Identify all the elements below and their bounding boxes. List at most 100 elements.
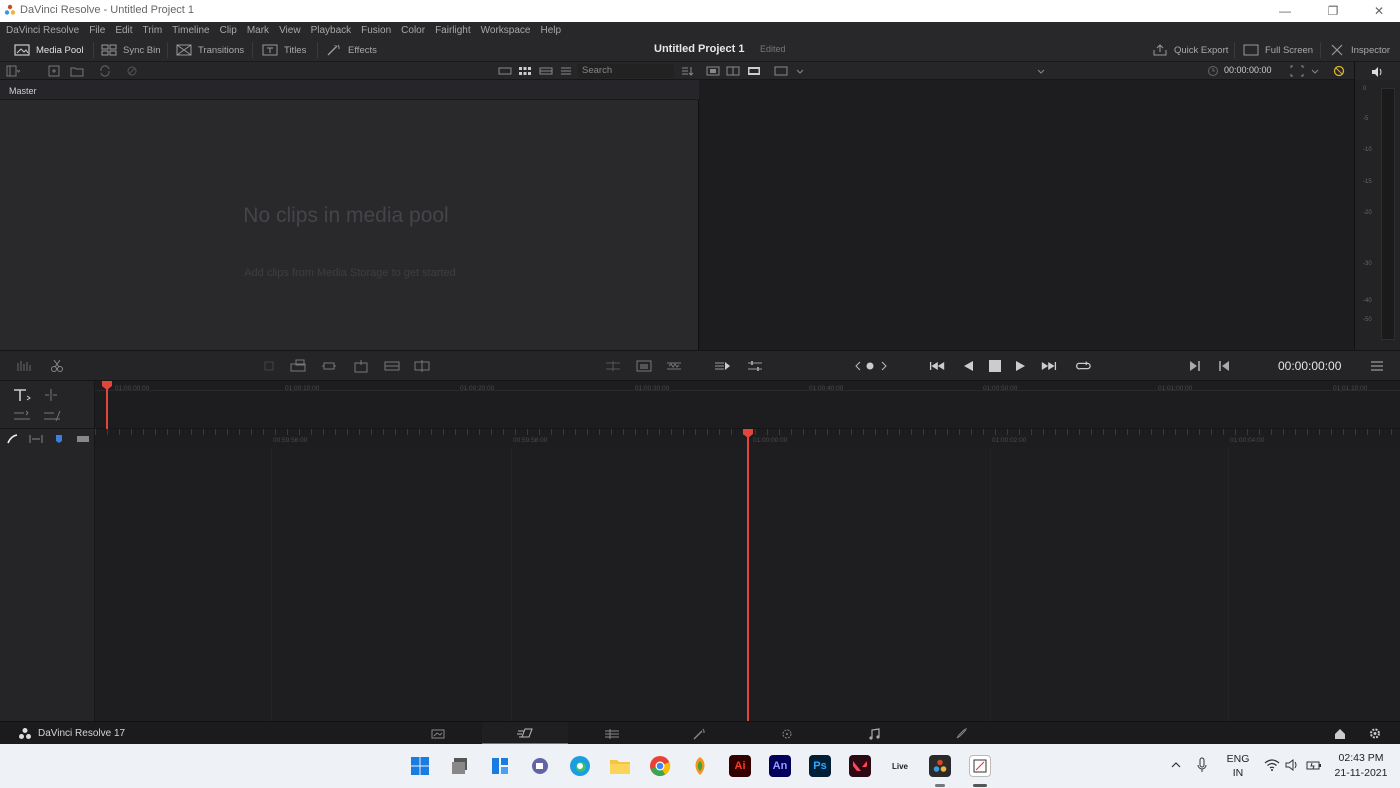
effects-button[interactable]: Effects	[326, 38, 377, 62]
page-fusion[interactable]	[656, 722, 742, 745]
close-up-icon[interactable]	[636, 359, 652, 373]
gear-icon[interactable]	[1368, 727, 1382, 740]
viewer-single-icon[interactable]	[706, 65, 720, 77]
language-line2[interactable]: IN	[1224, 767, 1252, 779]
menu-timeline[interactable]: Timeline	[172, 25, 209, 36]
volume-icon[interactable]	[1370, 66, 1384, 78]
mark-out-icon[interactable]	[1216, 359, 1232, 373]
menu-view[interactable]: View	[279, 25, 301, 36]
menu-color[interactable]: Color	[401, 25, 425, 36]
viewer-dual-icon[interactable]	[726, 65, 740, 77]
davinci-taskbar-icon[interactable]	[929, 755, 951, 777]
titles-button[interactable]: Titles	[262, 38, 306, 62]
overwrite-clip-icon[interactable]	[290, 359, 306, 373]
transitions-button[interactable]: Transitions	[176, 38, 244, 62]
timeline-view-options-icon[interactable]	[76, 433, 90, 445]
microphone-icon[interactable]	[1196, 757, 1208, 773]
wifi-icon[interactable]	[1264, 759, 1280, 771]
restore-button[interactable]: ❐	[1310, 0, 1356, 22]
volume-tray-icon[interactable]	[1285, 759, 1299, 771]
append-icon[interactable]	[414, 359, 430, 373]
audio-track-tool-icon[interactable]	[42, 409, 62, 423]
clock-date[interactable]: 21-11-2021	[1332, 767, 1390, 779]
page-edit[interactable]	[569, 722, 655, 745]
file-explorer-icon[interactable]	[609, 755, 631, 777]
source-overwrite-icon[interactable]	[666, 359, 682, 373]
track-tool-icon[interactable]	[12, 409, 32, 423]
task-view-icon[interactable]	[449, 755, 471, 777]
menu-edit[interactable]: Edit	[115, 25, 132, 36]
live-app[interactable]: Live	[889, 755, 911, 777]
zoom-fit-icon[interactable]	[1290, 65, 1304, 77]
page-deliver[interactable]	[918, 722, 1004, 745]
menu-fusion[interactable]: Fusion	[361, 25, 391, 36]
sort-icon[interactable]	[680, 65, 694, 77]
menu-trim[interactable]: Trim	[143, 25, 163, 36]
clip-preview-icon[interactable]	[714, 359, 730, 373]
start-windows-icon[interactable]	[409, 755, 431, 777]
media-pool-button[interactable]: Media Pool	[14, 38, 84, 62]
quick-export-button[interactable]: Quick Export	[1152, 38, 1228, 62]
new-bin-icon[interactable]	[70, 65, 84, 77]
viewer-size-icon[interactable]	[774, 65, 788, 77]
jog-right-icon[interactable]	[876, 359, 892, 373]
stop-icon[interactable]	[987, 359, 1003, 373]
animate-app[interactable]: An	[769, 755, 791, 777]
menu-file[interactable]: File	[89, 25, 105, 36]
viewer-dropdown-chevron-icon[interactable]	[1034, 65, 1048, 77]
page-color[interactable]	[744, 722, 830, 745]
illustrator-app[interactable]: Ai	[729, 755, 751, 777]
go-to-start-icon[interactable]	[929, 359, 945, 373]
page-fairlight[interactable]	[831, 722, 917, 745]
photoshop-app[interactable]: Ps	[809, 755, 831, 777]
disabled-icon[interactable]	[125, 65, 139, 77]
replace-clip-icon[interactable]	[321, 359, 337, 373]
import-media-icon[interactable]	[47, 65, 61, 77]
relink-icon[interactable]	[98, 65, 112, 77]
play-reverse-icon[interactable]	[960, 359, 976, 373]
edge-browser-icon[interactable]	[569, 755, 591, 777]
page-media[interactable]	[395, 722, 481, 745]
go-to-end-icon[interactable]	[1041, 359, 1057, 373]
chat-icon[interactable]	[529, 755, 551, 777]
snap-icon[interactable]	[28, 433, 44, 445]
scissors-icon[interactable]	[49, 359, 65, 373]
battery-icon[interactable]	[1306, 759, 1322, 771]
filmstrip-view-icon[interactable]	[539, 65, 553, 77]
valorant-icon[interactable]	[849, 755, 871, 777]
page-cut[interactable]	[482, 722, 568, 745]
loop-icon[interactable]	[1075, 359, 1091, 373]
text-tool-icon[interactable]	[12, 388, 32, 402]
menu-fairlight[interactable]: Fairlight	[435, 25, 471, 36]
menu-playback[interactable]: Playback	[311, 25, 352, 36]
hamburger-menu-icon[interactable]	[1369, 359, 1385, 373]
fit-to-fill-icon[interactable]	[353, 359, 369, 373]
sidebar-toggle-icon[interactable]	[6, 65, 20, 77]
menu-davinci[interactable]: DaVinci Resolve	[6, 25, 79, 36]
flag-marker-icon[interactable]	[53, 433, 65, 445]
list-view-icon[interactable]	[559, 65, 573, 77]
inspector-button[interactable]: Inspector	[1329, 38, 1390, 62]
close-button[interactable]: ✕	[1356, 0, 1400, 22]
bin-label-master[interactable]: Master	[0, 80, 699, 100]
clip-audio-icon[interactable]	[16, 359, 32, 373]
full-screen-button[interactable]: Full Screen	[1243, 38, 1313, 62]
sync-bin-button[interactable]: Sync Bin	[101, 38, 161, 62]
chevron-down-icon[interactable]	[793, 65, 807, 77]
minimize-button[interactable]: —	[1262, 0, 1308, 22]
zoom-chevron-icon[interactable]	[1308, 65, 1322, 77]
ripple-overwrite-icon[interactable]	[605, 359, 621, 373]
menu-clip[interactable]: Clip	[220, 25, 237, 36]
media-pool-panel[interactable]: Master No clips in media pool Add clips …	[0, 80, 699, 350]
chevron-up-icon[interactable]	[1170, 760, 1182, 770]
clock-time[interactable]: 02:43 PM	[1332, 752, 1390, 764]
menu-workspace[interactable]: Workspace	[481, 25, 531, 36]
mark-in-icon[interactable]	[1187, 359, 1203, 373]
snipping-tool-icon[interactable]	[969, 755, 991, 777]
source-viewer[interactable]	[700, 80, 1354, 350]
fl-studio-icon[interactable]	[689, 755, 711, 777]
search-input[interactable]: Search	[578, 64, 674, 78]
bypass-icon[interactable]	[1332, 65, 1346, 77]
insert-clip-icon[interactable]	[262, 359, 278, 373]
link-icon[interactable]	[6, 433, 20, 445]
